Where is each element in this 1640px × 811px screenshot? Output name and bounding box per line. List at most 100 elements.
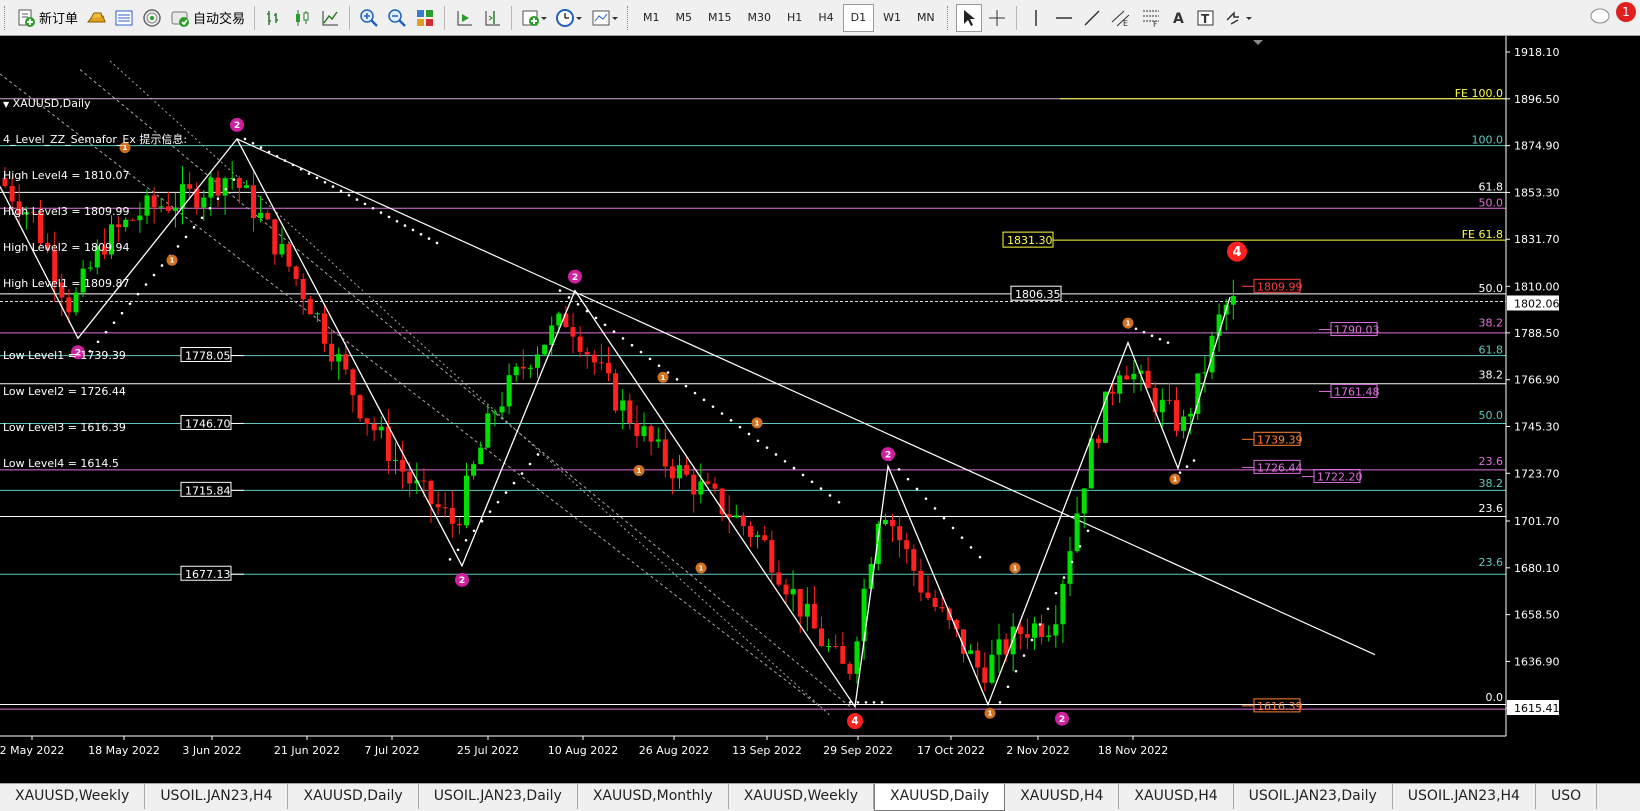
fib-level-label: 100.0 [1472, 134, 1504, 147]
gold-button[interactable] [83, 4, 109, 32]
sar-dot [872, 701, 876, 704]
fib-level-label: FE 61.8 [1462, 228, 1503, 241]
tf-mn[interactable]: MN [910, 4, 942, 32]
chart-tab[interactable]: XAUUSD,Weekly [0, 784, 146, 809]
semafor-layer: 222222111111 111144 [71, 40, 1263, 730]
periods-button[interactable] [552, 4, 586, 32]
crosshair-button[interactable] [984, 4, 1010, 32]
chart-tab[interactable]: XAUUSD,Daily [288, 784, 419, 809]
sar-dot [810, 480, 814, 484]
auto-scroll-button[interactable] [451, 4, 477, 32]
sar-dot [315, 176, 319, 180]
candle-body [1159, 399, 1165, 413]
notification-badge[interactable]: 1 [1616, 2, 1636, 22]
date-tick-label: 18 May 2022 [88, 744, 160, 757]
vertical-line-button[interactable] [1023, 4, 1049, 32]
sar-dot [933, 507, 937, 510]
horizontal-line-button[interactable] [1051, 4, 1077, 32]
candle-body [1110, 391, 1116, 394]
new-order-button[interactable]: 新订单 [13, 4, 81, 32]
bar-chart-button[interactable] [261, 4, 287, 32]
candle-body [307, 299, 313, 315]
chart-tab[interactable]: XAUUSD,Monthly [578, 784, 729, 809]
chart-tab[interactable]: USOIL.JAN23,H4 [1393, 784, 1536, 809]
toolbar: 新订单 自动交易 M1 M5 M15 M30 H1 H4 D1 W1 MN E … [0, 0, 1640, 36]
candle-body [769, 540, 775, 573]
chart-tab[interactable]: USOIL.JAN23,H4 [145, 784, 289, 809]
sar-dot [837, 500, 841, 504]
fib-level-label: 61.8 [1479, 344, 1504, 357]
notifications[interactable] [1590, 5, 1614, 32]
level-line: High Level2 = 1809.94 [3, 241, 130, 254]
tf-w1[interactable]: W1 [876, 4, 908, 32]
market-watch-button[interactable] [111, 4, 137, 32]
candle-body [719, 488, 725, 515]
signals-button[interactable] [139, 4, 165, 32]
chart-tab[interactable]: XAUUSD,H4 [1005, 784, 1120, 809]
text-label-button[interactable]: T [1193, 4, 1219, 32]
price-box-label: 1778.05 [185, 350, 231, 363]
sar-dot [216, 197, 220, 201]
date-tick-label: 26 Aug 2022 [639, 744, 709, 757]
candle-body [1088, 438, 1094, 489]
sar-dot [630, 343, 634, 347]
tf-m30[interactable]: M30 [741, 4, 779, 32]
arrows-button[interactable] [1221, 4, 1257, 32]
date-tick-label: 21 Jun 2022 [274, 744, 340, 757]
candle-body [187, 184, 193, 189]
indicators-button[interactable] [518, 4, 550, 32]
chart-tab[interactable]: XAUUSD,Weekly [729, 784, 874, 809]
sar-dot [1070, 560, 1074, 564]
sar-dot [224, 187, 228, 191]
text-label-icon: T [1197, 10, 1214, 26]
fib-level-label: 23.6 [1479, 502, 1504, 515]
tf-h4[interactable]: H4 [811, 4, 840, 32]
candle-body [527, 367, 533, 369]
chart-tab[interactable]: USOIL.JAN23,Daily [419, 784, 578, 809]
sar-dot [693, 391, 697, 395]
trendline-button[interactable] [1079, 4, 1105, 32]
price-chart[interactable]: 222222111111111144 FE 100.0 100.0 61.8 50.0… [0, 36, 1640, 783]
candle-body [535, 354, 540, 368]
tf-m1[interactable]: M1 [636, 4, 667, 32]
sar-dot [711, 405, 715, 408]
tf-h1[interactable]: H1 [780, 4, 809, 32]
tf-m15[interactable]: M15 [701, 4, 739, 32]
sar-dot [307, 172, 311, 175]
price-tick-label: 1658.50 [1514, 609, 1560, 622]
candlestick-button[interactable] [289, 4, 315, 32]
candle-body [662, 439, 668, 467]
cursor-button[interactable] [955, 3, 982, 32]
auto-trade-button[interactable]: 自动交易 [167, 4, 248, 32]
candle-body [776, 572, 782, 585]
candle-body [542, 344, 548, 355]
sar-dot [232, 178, 236, 181]
candle-body [520, 366, 526, 369]
chart-tab[interactable]: XAUUSD,H4 [1119, 784, 1234, 809]
fibonacci-button[interactable]: F [1137, 4, 1165, 32]
chart-tab[interactable]: USO [1536, 784, 1598, 809]
equidistant-channel-button[interactable]: E [1107, 4, 1135, 32]
toolbar-grip[interactable] [4, 5, 8, 30]
candle-body [513, 366, 519, 376]
fib-level-label: 0.0 [1486, 691, 1504, 704]
line-chart-button[interactable] [317, 4, 343, 32]
sar-dot [331, 185, 335, 188]
sar-dot [969, 546, 973, 549]
sar-dot [675, 378, 679, 381]
candle-body [669, 466, 675, 479]
zoom-in-button[interactable] [356, 4, 382, 32]
text-button[interactable]: A [1167, 4, 1191, 32]
date-tick-label: 7 Jul 2022 [364, 744, 419, 757]
chart-shift-button[interactable] [479, 4, 505, 32]
templates-button[interactable] [588, 4, 622, 32]
zoom-out-button[interactable] [384, 4, 410, 32]
tf-d1[interactable]: D1 [842, 3, 875, 32]
chart-tab[interactable]: USOIL.JAN23,Daily [1234, 784, 1393, 809]
sar-dot [856, 701, 860, 704]
candle-body [1131, 373, 1137, 380]
chart-tab-active[interactable]: XAUUSD,Daily [874, 784, 1006, 811]
tile-windows-button[interactable] [412, 4, 438, 32]
tf-m5[interactable]: M5 [669, 4, 700, 32]
trendlines-layer [0, 60, 1376, 716]
